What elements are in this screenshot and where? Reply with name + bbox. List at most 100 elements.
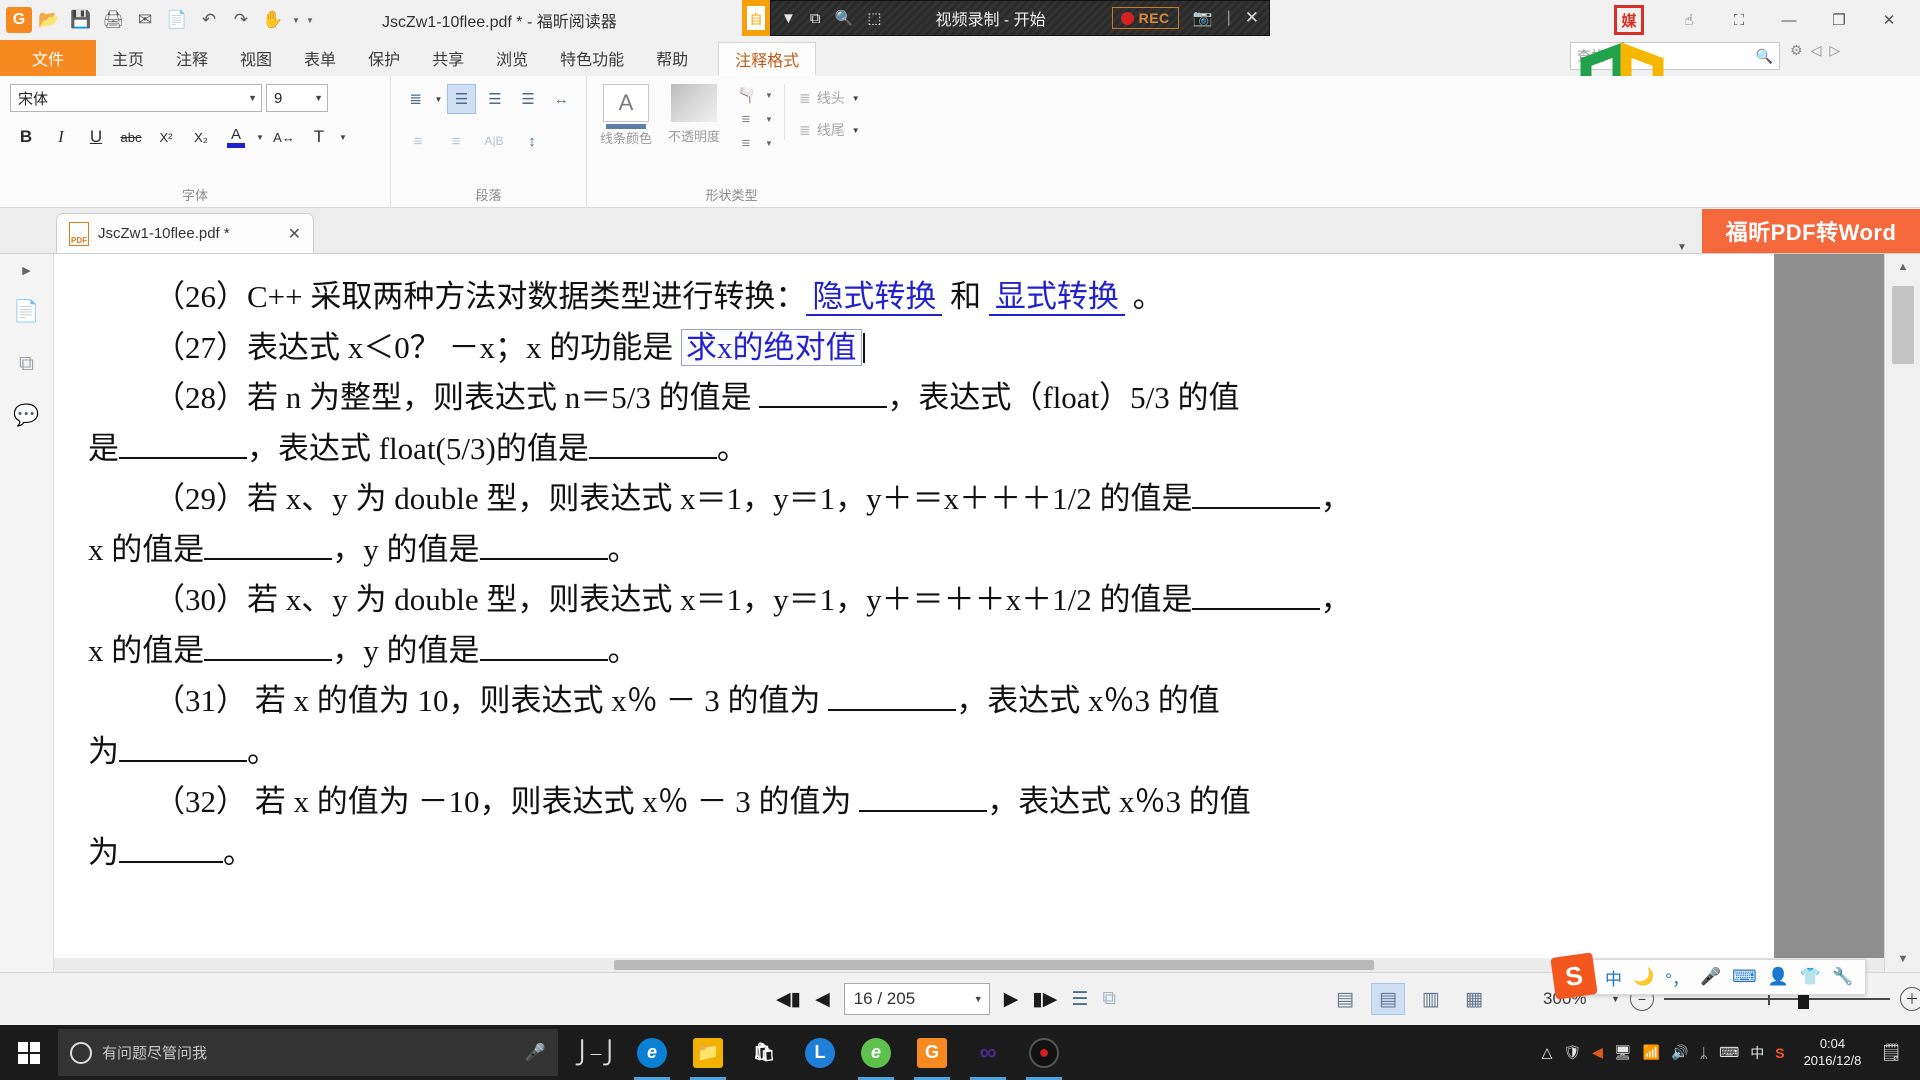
recorder-close-icon[interactable]: ✕ xyxy=(1245,8,1259,28)
text-direction-dropdown-icon[interactable]: ▼ xyxy=(338,133,348,142)
line-head-dropdown-icon[interactable]: ▼ xyxy=(851,94,861,103)
line-style-control[interactable]: ≡ ▼ xyxy=(733,111,774,128)
subscript-button[interactable]: X₂ xyxy=(185,122,217,152)
increase-indent-button[interactable]: ≡ xyxy=(439,126,473,156)
close-icon[interactable]: ✕ xyxy=(1866,2,1912,38)
recorder-window-select-icon[interactable]: ⧉ xyxy=(810,10,821,27)
recorder-region-select-icon[interactable]: ⬚ xyxy=(867,9,881,27)
undo-icon[interactable]: ↶ xyxy=(194,5,224,35)
restore-icon[interactable]: ❐ xyxy=(1816,2,1862,38)
facing-view-button[interactable]: ▥ xyxy=(1414,983,1448,1015)
line-style-dropdown-icon[interactable]: ▼ xyxy=(764,115,774,124)
new-blank-icon[interactable]: 📄 xyxy=(162,5,192,35)
chevron-down-icon[interactable]: ▼ xyxy=(308,93,323,103)
ribbon-tab-form[interactable]: 表单 xyxy=(288,40,352,76)
comments-icon[interactable]: 💬 xyxy=(10,399,44,433)
scroll-up-icon[interactable]: ▲ xyxy=(1885,254,1920,280)
tray-shield-icon[interactable]: 🛡 xyxy=(1563,1044,1581,1061)
recorder-dropdown-icon[interactable]: ▼ xyxy=(781,10,796,27)
bold-button[interactable]: B xyxy=(10,122,42,152)
ime-punctuation-icon[interactable]: °， xyxy=(1665,965,1689,990)
customize-qat-icon[interactable]: ▼ xyxy=(304,16,316,25)
fill-color-dropdown-icon[interactable]: ▼ xyxy=(764,91,774,100)
zoom-in-button[interactable]: ＋ xyxy=(1899,987,1920,1011)
taskbar-recorder[interactable]: ● xyxy=(1018,1025,1070,1080)
ribbon-tab-file[interactable]: 文件 xyxy=(0,40,96,76)
pdf-to-word-banner[interactable]: 福昕PDF转Word xyxy=(1702,209,1920,253)
foxit-app-logo[interactable]: G xyxy=(6,7,32,33)
record-button[interactable]: REC xyxy=(1111,7,1179,29)
line-weight-dropdown-icon[interactable]: ▼ xyxy=(764,139,774,148)
continuous-view-button[interactable]: ▤ xyxy=(1371,983,1406,1015)
line-weight-control[interactable]: ≡ ▼ xyxy=(733,135,774,152)
scroll-down-icon[interactable]: ▼ xyxy=(1885,946,1920,972)
auto-chip[interactable]: 自 xyxy=(742,0,770,36)
notification-center-icon[interactable]: 🗒 xyxy=(1880,1043,1912,1063)
ribbon-tab-protect[interactable]: 保护 xyxy=(352,40,416,76)
ribbon-expand-icon[interactable]: ▷ xyxy=(1829,42,1840,59)
tray-bluetooth-icon[interactable]: ᛦ xyxy=(1700,1045,1708,1061)
cortana-search-box[interactable]: 有问题尽管问我 🎤 xyxy=(58,1029,558,1076)
bullet-list-dropdown-icon[interactable]: ▼ xyxy=(434,95,443,104)
taskbar-qq[interactable]: ∞ xyxy=(962,1025,1014,1080)
ribbon-search-box[interactable]: 查找 🔍 xyxy=(1570,42,1780,70)
line-head-control[interactable]: ≣ 线头 ▼ xyxy=(799,88,861,108)
cortana-microphone-icon[interactable]: 🎤 xyxy=(525,1043,546,1063)
taskbar-store[interactable]: 🛍 xyxy=(738,1025,790,1080)
next-page-button[interactable]: ▶ xyxy=(1004,988,1019,1011)
annotation-text[interactable]: 显式转换 xyxy=(988,279,1125,316)
opacity-control[interactable]: 不透明度 xyxy=(665,84,723,145)
layers-icon[interactable]: ⧉ xyxy=(10,347,44,381)
vertical-scrollbar[interactable]: ▲ ▼ xyxy=(1884,254,1920,972)
document-viewport[interactable]: （26）C++ 采取两种方法对数据类型进行转换： 隐式转换 和 显式转换 。（27… xyxy=(54,254,1884,972)
align-left-button[interactable]: ☰ xyxy=(446,84,477,114)
ribbon-collapse-icon[interactable]: ◁ xyxy=(1811,42,1822,59)
superscript-button[interactable]: X² xyxy=(150,122,182,152)
ime-soft-keyboard-icon[interactable]: ⌨ xyxy=(1732,967,1757,987)
taskbar-edge[interactable]: e xyxy=(626,1025,678,1080)
task-view-button[interactable]: ⎭⎯⎭ xyxy=(570,1025,622,1080)
align-center-button[interactable]: ☰ xyxy=(480,84,509,114)
ime-toolbox-icon[interactable]: 🔧 xyxy=(1832,967,1853,987)
character-spacing-button[interactable]: A↔ xyxy=(268,122,300,152)
sogou-logo-icon[interactable]: S xyxy=(1550,952,1598,1000)
tray-expand-icon[interactable]: △ xyxy=(1542,1044,1553,1061)
ribbon-tab-help[interactable]: 帮助 xyxy=(640,40,704,76)
ribbon-tab-share[interactable]: 共享 xyxy=(416,40,480,76)
font-name-combobox[interactable]: 宋体 ▼ xyxy=(10,84,262,112)
annotation-text[interactable]: 隐式转换 xyxy=(806,279,943,316)
ribbon-tab-comment[interactable]: 注释 xyxy=(160,40,224,76)
chevron-down-icon[interactable]: ▼ xyxy=(242,93,257,103)
email-icon[interactable]: ✉ xyxy=(130,5,160,35)
page-number-dropdown-icon[interactable]: ▼ xyxy=(974,994,983,1004)
ribbon-tab-browse[interactable]: 浏览 xyxy=(480,40,544,76)
page-number-input[interactable]: 16 / 205 ▼ xyxy=(843,983,990,1015)
decrease-indent-button[interactable]: ≡ xyxy=(401,126,435,156)
start-button[interactable] xyxy=(0,1025,58,1080)
ime-skin-icon[interactable]: 👕 xyxy=(1800,967,1821,987)
last-page-button[interactable]: ▮▶ xyxy=(1032,988,1057,1011)
facing-continuous-view-button[interactable]: ▦ xyxy=(1457,983,1491,1015)
taskbar-foxit-reader[interactable]: G xyxy=(906,1025,958,1080)
open-icon[interactable]: 📂 xyxy=(34,5,64,35)
redo-icon[interactable]: ↷ xyxy=(226,5,256,35)
hand-tool-icon[interactable]: ✋ xyxy=(258,5,288,35)
tray-screen-icon[interactable]: 🖥 xyxy=(1614,1044,1632,1061)
bookmark-panel-icon[interactable]: ☰ xyxy=(1071,988,1088,1011)
taskbar-lol[interactable]: L xyxy=(794,1025,846,1080)
ribbon-tab-home[interactable]: 主页 xyxy=(96,40,160,76)
tab-overflow-icon[interactable]: ▼ xyxy=(1662,242,1702,253)
tray-volume-icon[interactable]: 🔊 xyxy=(1671,1044,1688,1061)
search-icon[interactable]: 🔍 xyxy=(1756,48,1773,65)
fill-color-control[interactable]: 🫗 ▼ xyxy=(733,86,774,104)
strikethrough-button[interactable]: abc xyxy=(115,122,147,152)
nav-expander-icon[interactable]: ▶ xyxy=(22,264,30,277)
ime-moon-icon[interactable]: 🌙 xyxy=(1633,967,1654,987)
taskbar-clock[interactable]: 0:04 2016/12/8 xyxy=(1796,1036,1870,1069)
font-size-combobox[interactable]: 9 ▼ xyxy=(266,84,328,112)
ribbon-settings-icon[interactable]: ⚙ xyxy=(1790,42,1803,59)
align-right-button[interactable]: ☰ xyxy=(514,84,543,114)
ribbon-tab-comment-format[interactable]: 注释格式 xyxy=(718,42,817,76)
save-icon[interactable]: 💾 xyxy=(66,5,96,35)
ime-voice-input-icon[interactable]: 🎤 xyxy=(1700,967,1721,987)
